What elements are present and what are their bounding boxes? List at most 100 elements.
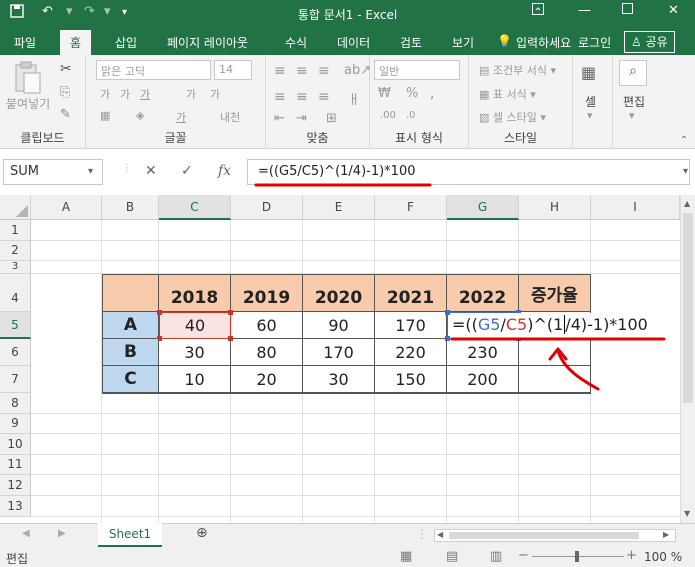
tab-file[interactable]: 파일 xyxy=(14,34,36,51)
lightbulb-icon[interactable]: 💡 xyxy=(497,34,512,48)
middle-align-icon[interactable]: ≡ xyxy=(296,63,308,79)
shrink-font-icon[interactable]: 가 xyxy=(210,86,220,102)
row-header-12[interactable]: 12 xyxy=(0,475,31,496)
cancel-icon[interactable]: ✕ xyxy=(145,163,157,179)
cell-c5[interactable]: 40 xyxy=(159,312,231,339)
row-header-4[interactable]: 4 xyxy=(0,274,31,312)
tab-review[interactable]: 검토 xyxy=(400,34,422,51)
close-icon[interactable]: ✕ xyxy=(668,3,679,18)
paste-icon[interactable] xyxy=(14,61,42,98)
column-header-a[interactable]: A xyxy=(31,195,102,220)
row-header-8[interactable]: 8 xyxy=(0,393,31,414)
cell-c7[interactable]: 10 xyxy=(159,366,231,393)
increase-decimal-icon[interactable]: .00 xyxy=(380,110,396,121)
font-name-select[interactable]: 맑은 고딕 xyxy=(96,60,211,80)
vertical-scrollbar[interactable]: ▲ ▼ xyxy=(680,195,695,523)
range-handle[interactable] xyxy=(445,310,450,315)
tab-view[interactable]: 보기 xyxy=(452,34,474,51)
align-center-icon[interactable]: ≡ xyxy=(296,89,308,105)
table-corner-cell[interactable] xyxy=(103,275,159,312)
next-sheet-icon[interactable]: ▶ xyxy=(58,528,66,539)
column-header-g[interactable]: G xyxy=(447,195,519,220)
cells-dropdown-icon[interactable]: ▾ xyxy=(587,109,593,122)
tab-insert[interactable]: 삽입 xyxy=(115,34,137,51)
italic-icon[interactable]: 가 xyxy=(120,86,130,102)
header-cell-growth-rate[interactable]: 증가율 xyxy=(519,275,591,312)
cell-e6[interactable]: 170 xyxy=(303,339,375,366)
scroll-down-icon[interactable]: ▼ xyxy=(684,509,690,518)
row-label-b[interactable]: B xyxy=(103,339,159,366)
worksheet-grid[interactable]: A B C D E F G H I 1 2 3 4 5 6 7 8 9 10 1… xyxy=(0,195,680,523)
page-break-view-icon[interactable]: ▥ xyxy=(490,549,502,564)
currency-icon[interactable]: ₩ xyxy=(378,86,391,101)
border-icon[interactable]: ▦ xyxy=(100,109,110,122)
row-label-c[interactable]: C xyxy=(103,366,159,393)
header-cell-2021[interactable]: 2021 xyxy=(375,275,447,312)
top-align-icon[interactable]: ≡ xyxy=(274,63,286,79)
range-handle[interactable] xyxy=(228,310,233,315)
font-color-icon[interactable]: 가 xyxy=(176,109,186,125)
scroll-up-icon[interactable]: ▲ xyxy=(684,199,690,208)
zoom-level[interactable]: 100 % xyxy=(644,550,682,564)
row-header-6[interactable]: 6 xyxy=(0,339,31,366)
tab-formulas[interactable]: 수식 xyxy=(285,34,307,51)
find-icon[interactable]: ⌕ xyxy=(619,60,647,86)
select-all-corner[interactable] xyxy=(0,195,31,220)
cell-d7[interactable]: 20 xyxy=(231,366,303,393)
prev-sheet-icon[interactable]: ◀ xyxy=(22,528,30,539)
orientation-icon[interactable]: ab↗ xyxy=(344,63,371,78)
percent-icon[interactable]: % xyxy=(406,86,418,101)
maximize-icon[interactable] xyxy=(622,3,633,18)
cell-f5[interactable]: 170 xyxy=(375,312,447,339)
ribbon-display-icon[interactable] xyxy=(532,3,544,19)
wrap-text-icon[interactable]: ㅐ xyxy=(348,89,360,108)
copy-icon[interactable]: ⎘ xyxy=(60,85,70,100)
share-button[interactable]: ♙ 공유 xyxy=(624,31,675,53)
minimize-icon[interactable]: — xyxy=(578,3,591,18)
conditional-format-button[interactable]: ▤ 조건부 서식 ▾ xyxy=(479,62,556,78)
tell-me-box[interactable]: 입력하세요 xyxy=(516,34,571,51)
column-header-f[interactable]: F xyxy=(375,195,447,220)
outdent-icon[interactable]: ⇤ xyxy=(274,111,285,126)
normal-view-icon[interactable]: ▦ xyxy=(400,549,412,564)
row-header-11[interactable]: 11 xyxy=(0,455,31,475)
merge-icon[interactable]: ⊞ xyxy=(326,111,337,126)
underline-icon[interactable]: 가 xyxy=(140,86,150,102)
column-header-h[interactable]: H xyxy=(519,195,591,220)
comma-icon[interactable]: , xyxy=(430,86,434,102)
cell-e7[interactable]: 30 xyxy=(303,366,375,393)
editing-button[interactable]: 편집 xyxy=(623,93,645,110)
scroll-thumb[interactable] xyxy=(683,213,693,403)
insert-function-icon[interactable]: fx xyxy=(218,163,231,179)
column-header-d[interactable]: D xyxy=(231,195,303,220)
indent-icon[interactable]: ⇥ xyxy=(296,111,307,126)
row-header-1[interactable]: 1 xyxy=(0,220,31,241)
row-header-13[interactable]: 13 xyxy=(0,496,31,517)
paste-button[interactable]: 붙여넣기 xyxy=(6,95,50,112)
row-label-a[interactable]: A xyxy=(103,312,159,339)
row-header-10[interactable]: 10 xyxy=(0,434,31,455)
row-header-2[interactable]: 2 xyxy=(0,241,31,261)
cell-c6[interactable]: 30 xyxy=(159,339,231,366)
tab-split-icon[interactable]: ⋮ xyxy=(416,527,428,541)
header-cell-2022[interactable]: 2022 xyxy=(447,275,519,312)
cut-icon[interactable]: ✂ xyxy=(60,61,72,77)
column-header-c[interactable]: C xyxy=(159,195,231,220)
align-left-icon[interactable]: ≡ xyxy=(274,89,286,105)
expand-formula-bar-icon[interactable]: ▾ xyxy=(683,166,688,177)
row-header-3[interactable]: 3 xyxy=(0,261,31,274)
font-size-select[interactable]: 14 xyxy=(214,60,252,80)
sheet-tab-sheet1[interactable]: Sheet1 xyxy=(98,523,162,547)
horizontal-scrollbar[interactable]: ◀ ▶ xyxy=(434,529,676,542)
cell-e5[interactable]: 90 xyxy=(303,312,375,339)
name-box-dropdown-icon[interactable]: ▾ xyxy=(88,166,93,177)
column-header-e[interactable]: E xyxy=(303,195,375,220)
format-painter-icon[interactable]: ✎ xyxy=(60,107,71,122)
editing-dropdown-icon[interactable]: ▾ xyxy=(629,109,635,122)
scroll-left-icon[interactable]: ◀ xyxy=(437,530,443,539)
zoom-slider-thumb[interactable] xyxy=(575,551,579,562)
zoom-in-icon[interactable]: + xyxy=(626,548,637,563)
bold-icon[interactable]: 가 xyxy=(100,86,110,102)
zoom-out-icon[interactable]: − xyxy=(518,548,529,563)
row-header-5[interactable]: 5 xyxy=(0,312,31,339)
